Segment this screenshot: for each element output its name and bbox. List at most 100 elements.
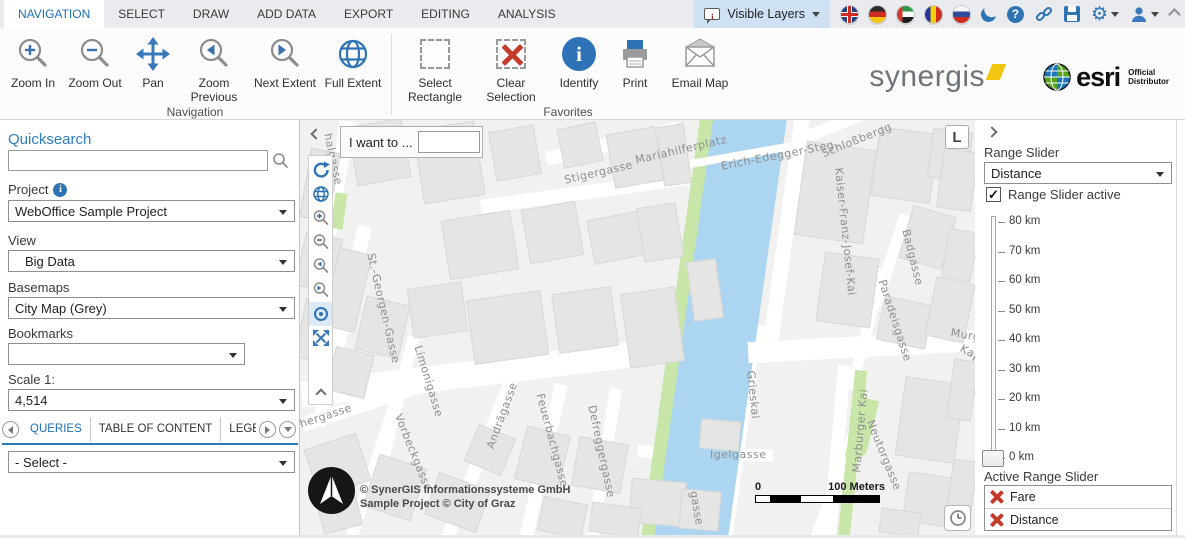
map-locate-button[interactable] (309, 302, 332, 326)
remove-x-icon[interactable] (989, 513, 1003, 527)
i-want-to-input[interactable] (417, 131, 480, 153)
slider-tick (998, 310, 1005, 312)
i-want-to-label: I want to ... (349, 134, 413, 150)
map-refresh-button[interactable] (309, 158, 332, 182)
tab-table-of-content[interactable]: TABLE OF CONTENT (91, 417, 222, 442)
basemaps-select[interactable]: City Map (Grey) (8, 297, 295, 319)
info-icon[interactable]: i (53, 182, 68, 197)
range-slider-select[interactable]: Distance (984, 162, 1172, 184)
palette-collapse-button[interactable] (314, 388, 327, 400)
zoom-in-button[interactable]: Zoom In (4, 34, 62, 90)
collapse-left-panel-button[interactable] (310, 128, 322, 140)
tabs-dropdown-button[interactable] (279, 421, 296, 438)
quicksearch-title: Quicksearch (8, 131, 92, 148)
map-zoom-previous-button[interactable] (309, 254, 332, 278)
identify-button[interactable]: i Identify (549, 34, 609, 90)
email-map-button[interactable]: Email Map (661, 34, 739, 90)
tabs-scroll-left-button[interactable] (2, 421, 19, 438)
quicksearch-input[interactable] (8, 150, 268, 171)
collapse-right-panel-button[interactable] (986, 126, 998, 138)
view-label: View (8, 233, 36, 248)
time-slider-button[interactable] (944, 505, 971, 531)
full-extent-button[interactable]: Full Extent (320, 34, 386, 90)
remove-x-icon[interactable] (989, 490, 1003, 504)
pan-button[interactable]: Pan (128, 34, 178, 90)
bookmarks-select[interactable] (8, 343, 245, 365)
magnifier-back-icon (196, 34, 232, 74)
menu-tab-draw[interactable]: DRAW (179, 0, 243, 28)
menubar: NAVIGATION SELECT DRAW ADD DATA EXPORT EDITIN… (0, 0, 1185, 28)
flag-uk-button[interactable] (840, 5, 858, 23)
menu-tab-add-data[interactable]: ADD DATA (243, 0, 330, 28)
menu-tab-export[interactable]: EXPORT (330, 0, 407, 28)
visible-layers-button[interactable]: i Visible Layers (694, 0, 830, 28)
flag-uae-button[interactable] (896, 5, 914, 23)
search-icon[interactable] (272, 152, 289, 169)
flag-germany-button[interactable] (868, 5, 886, 23)
left-panel: Quicksearch Project i WebOffice Sample P… (0, 120, 300, 535)
menu-tab-editing[interactable]: EDITING (407, 0, 484, 28)
collapse-ribbon-button[interactable] (1168, 7, 1181, 21)
project-select[interactable]: WebOffice Sample Project (8, 200, 295, 222)
zoom-out-button[interactable]: Zoom Out (62, 34, 128, 90)
settings-button[interactable]: ⚙ (1091, 5, 1119, 24)
slider-tick (998, 340, 1005, 341)
range-slider-thumb[interactable] (982, 450, 1004, 467)
clear-selection-button[interactable]: Clear Selection (473, 34, 549, 105)
panel-edge (1176, 120, 1177, 535)
bookmarks-label: Bookmarks (8, 326, 74, 341)
select-rectangle-button[interactable]: Select Rectangle (397, 34, 473, 105)
flag-romania-button[interactable] (924, 5, 942, 23)
menu-tab-analysis[interactable]: ANALYSIS (484, 0, 570, 28)
envelope-icon (682, 34, 718, 74)
building (946, 458, 975, 512)
chevron-down-icon (1151, 11, 1159, 17)
menu-tab-navigation[interactable]: NAVIGATION (4, 0, 105, 28)
tab-queries[interactable]: QUERIES (22, 417, 91, 442)
active-range-item: Distance (985, 508, 1171, 530)
scale-select[interactable]: 4,514 (8, 389, 295, 411)
tabs-scroll-right-button[interactable] (259, 421, 276, 438)
link-button[interactable] (1035, 5, 1053, 23)
map-canvas[interactable]: halgasse Mariahilferplatz Stigergasse Erich… (300, 120, 975, 535)
moon-icon[interactable] (978, 4, 998, 24)
menu-tab-select[interactable]: SELECT (104, 0, 179, 28)
active-range-item-label: Distance (1010, 512, 1059, 527)
overview-map-button[interactable]: L (945, 125, 969, 149)
flag-russia-button[interactable] (952, 5, 970, 23)
map-zoom-in-button[interactable] (309, 206, 332, 230)
range-slider-track (991, 216, 996, 466)
toolbar-group-navigation: Zoom In Zoom Out Pan Zoom Previous Next … (0, 28, 390, 119)
slider-tick-label: 50 km (1009, 303, 1041, 316)
toolbar-group-favorites: Select Rectangle Clear Selection i Ident… (393, 28, 743, 119)
building (945, 358, 975, 422)
print-button[interactable]: Print (609, 34, 661, 90)
view-select[interactable]: Big Data (8, 250, 295, 272)
building (406, 281, 469, 339)
slider-tick (998, 428, 1005, 430)
range-slider-active-checkbox[interactable]: ✓ (986, 187, 1001, 202)
map-zoom-out-button[interactable] (309, 230, 332, 254)
map-zoom-next-button[interactable] (309, 278, 332, 302)
toolbar: Zoom In Zoom Out Pan Zoom Previous Next … (0, 28, 1185, 120)
slider-tick (998, 281, 1005, 282)
user-button[interactable] (1130, 6, 1159, 23)
map-copyright: © SynerGIS Informationssysteme GmbH Samp… (360, 484, 571, 510)
dashed-rectangle-x-icon (496, 34, 526, 74)
next-extent-button[interactable]: Next Extent (250, 34, 320, 90)
scalebar-start: 0 (755, 481, 762, 493)
basemaps-label: Basemaps (8, 280, 70, 295)
tab-legend[interactable]: LEGEND (221, 417, 256, 442)
help-button[interactable]: ? (1006, 5, 1024, 23)
save-button[interactable] (1063, 6, 1080, 22)
i-want-to-box: I want to ... (340, 126, 483, 158)
scale-label: Scale 1: (8, 372, 55, 387)
right-panel: Range Slider Distance ✓ Range Slider act… (975, 120, 1185, 535)
map-expand-button[interactable] (309, 326, 332, 350)
zoom-previous-button[interactable]: Zoom Previous (178, 34, 250, 105)
query-select[interactable]: - Select - (8, 451, 295, 473)
menubar-right: i Visible Layers ? ⚙ (694, 0, 1181, 28)
scalebar: 0 100 Meters (755, 481, 925, 503)
slider-tick (998, 251, 1005, 253)
map-full-extent-button[interactable] (309, 182, 332, 206)
